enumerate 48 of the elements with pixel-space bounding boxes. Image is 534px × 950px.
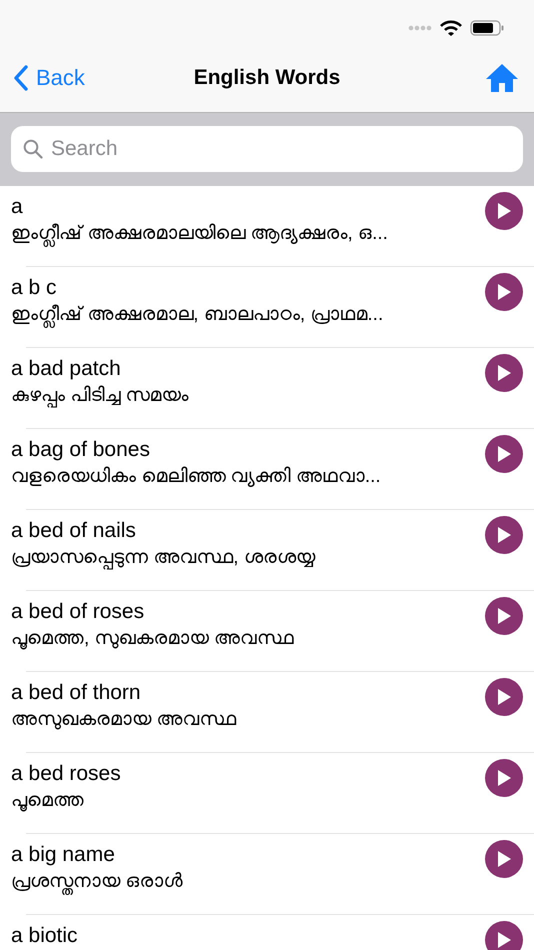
home-icon xyxy=(486,64,518,92)
play-button[interactable] xyxy=(485,192,523,230)
signal-icon xyxy=(408,25,432,31)
word-text: a bed of nails xyxy=(11,519,136,543)
meaning-text: ഇംഗ്ലീഷ് അക്ഷരമാല, ബാലപാഠം, പ്രാഥമ... xyxy=(11,304,384,326)
back-button[interactable]: Back xyxy=(14,65,85,91)
play-icon xyxy=(496,607,512,625)
play-button[interactable] xyxy=(485,759,523,797)
play-button[interactable] xyxy=(485,921,523,950)
meaning-text: ഇംഗ്ലീഷ് അക്ഷരമാലയിലെ ആദ്യക്ഷരം, ഒ... xyxy=(11,223,388,245)
play-icon xyxy=(496,688,512,706)
meaning-text: വളരെയധികം മെലിഞ്ഞ വ്യക്തി അഥവാ... xyxy=(11,466,381,488)
play-button[interactable] xyxy=(485,597,523,635)
play-button[interactable] xyxy=(485,516,523,554)
meaning-text: പൂമെത്ത xyxy=(11,790,84,812)
home-button[interactable] xyxy=(486,64,518,92)
battery-icon xyxy=(470,20,504,36)
wifi-icon xyxy=(440,20,462,36)
play-icon xyxy=(496,931,512,949)
play-icon xyxy=(496,202,512,220)
word-text: a bed roses xyxy=(11,762,121,786)
play-button[interactable] xyxy=(485,435,523,473)
play-icon xyxy=(496,364,512,382)
play-button[interactable] xyxy=(485,840,523,878)
play-button[interactable] xyxy=(485,678,523,716)
chevron-icon xyxy=(14,65,28,91)
meaning-text: പ്രയാസപ്പെടുന്ന അവസ്ഥ, ശരശയ്യ xyxy=(11,547,315,569)
meaning-text: പൂമെത്ത, സുഖകരമായ അവസ്ഥ xyxy=(11,628,294,650)
play-button[interactable] xyxy=(485,354,523,392)
word-text: a b c xyxy=(11,276,57,300)
word-text: a biotic xyxy=(11,924,78,948)
play-button[interactable] xyxy=(485,273,523,311)
word-text: a bag of bones xyxy=(11,438,150,462)
word-text: a bad patch xyxy=(11,357,121,381)
word-text: a xyxy=(11,195,23,219)
play-icon xyxy=(496,769,512,787)
meaning-text: കുഴപ്പം പിടിച്ച സമയം xyxy=(11,385,189,407)
meaning-text: പ്രശസ്തനായ ഒരാൾ xyxy=(11,871,182,893)
word-text: a big name xyxy=(11,843,115,867)
word-text: a bed of thorn xyxy=(11,681,141,705)
play-icon xyxy=(496,283,512,301)
play-icon xyxy=(496,850,512,868)
screen-title: English Words xyxy=(194,66,340,89)
word-text: a bed of roses xyxy=(11,600,144,624)
play-icon xyxy=(496,526,512,544)
play-icon xyxy=(496,445,512,463)
search-field[interactable]: Search xyxy=(11,126,523,172)
meaning-text: അസുഖകരമായ അവസ്ഥ xyxy=(11,709,236,731)
